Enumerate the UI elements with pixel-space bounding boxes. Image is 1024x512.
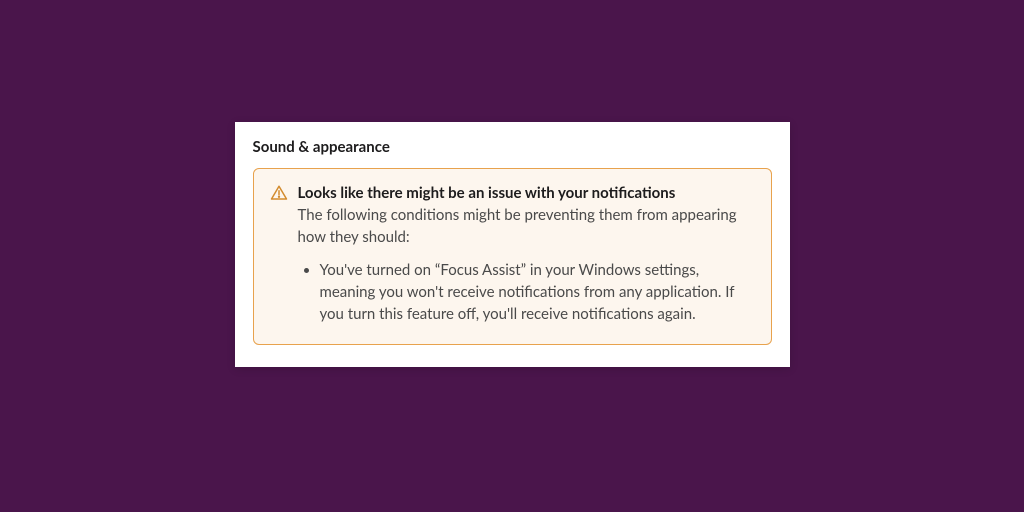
alert-conditions-list: You've turned on “Focus Assist” in your …	[298, 260, 753, 325]
warning-icon	[270, 184, 288, 202]
alert-body: Looks like there might be an issue with …	[298, 183, 753, 326]
alert-description: The following conditions might be preven…	[298, 205, 753, 249]
section-title: Sound & appearance	[253, 138, 772, 156]
alert-title: Looks like there might be an issue with …	[298, 183, 753, 203]
settings-section-panel: Sound & appearance Looks like there migh…	[235, 122, 790, 367]
list-item: You've turned on “Focus Assist” in your …	[320, 260, 753, 325]
notifications-warning-alert: Looks like there might be an issue with …	[253, 168, 772, 345]
